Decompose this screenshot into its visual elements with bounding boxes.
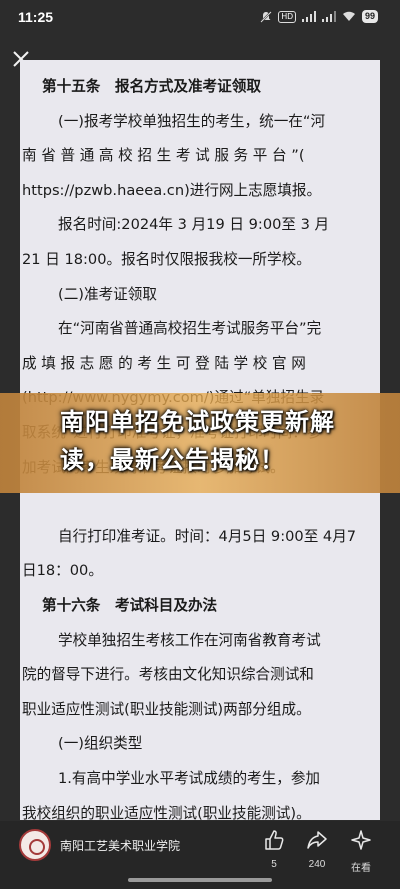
status-bar: 11:25 HD 99 (0, 0, 400, 34)
like-count: 5 (271, 859, 277, 870)
document-line: (一)组织类型 (58, 735, 143, 753)
hd-badge: HD (278, 10, 296, 23)
school-logo[interactable] (19, 829, 51, 861)
signal-icon-2 (321, 11, 336, 22)
status-icons: HD 99 (260, 10, 378, 23)
document-line: 报名时间:2024年 3 月19 日 9:00至 3 月 (58, 216, 330, 234)
share-icon (307, 831, 327, 849)
share-count: 240 (308, 859, 326, 870)
document-line: 21 日 18:00。报名时仅限报我校一所学校。 (22, 251, 311, 268)
section-heading: 第十六条 考试科目及办法 (42, 597, 218, 614)
status-time: 11:25 (18, 9, 54, 25)
document-line: (二)准考证领取 (58, 285, 157, 303)
document-line: 职业适应性测试(职业技能测试)两部分组成。 (22, 700, 311, 718)
thumbs-up-icon (265, 830, 284, 850)
headline-banner: 南阳单招免试政策更新解读，最新公告揭秘！ (0, 393, 400, 493)
sparkle-icon (351, 830, 371, 850)
document-line: 在“河南省普通高校招生考试服务平台”完 (58, 320, 322, 338)
mute-icon (260, 10, 273, 23)
section-heading: 第十五条 报名方式及准考证领取 (42, 78, 261, 95)
document-line: 成 填 报 志 愿 的 考 生 可 登 陆 学 校 官 网 (22, 354, 306, 372)
document-line: https://pzwb.haeea.cn)进行网上志愿填报。 (22, 181, 322, 199)
like-button[interactable]: 5 (254, 829, 294, 870)
document-line: 自行打印准考证。时间：4月5日 9:00至 4月7 (58, 527, 357, 545)
document-line: 南 省 普 通 高 校 招 生 考 试 服 务 平 台 ”( (22, 147, 305, 165)
battery-indicator: 99 (361, 10, 378, 23)
watch-label: 在看 (351, 863, 371, 874)
share-button[interactable]: 240 (297, 829, 337, 870)
document-line: 1.有高中学业水平考试成绩的考生，参加 (58, 770, 321, 787)
headline-title: 南阳单招免试政策更新解读，最新公告揭秘！ (60, 408, 335, 474)
document-line: 院的督导下进行。考核由文化知识综合测试和 (22, 666, 314, 684)
wifi-icon (342, 11, 355, 21)
watch-button[interactable]: 在看 (341, 829, 381, 874)
document-line: 我校组织的职业适应性测试(职业技能测试)。 (22, 804, 311, 820)
signal-icon (301, 11, 316, 22)
document-line: 学校单独招生考核工作在河南省教育考试 (58, 631, 321, 649)
account-name[interactable]: 南阳工艺美术职业学院 (60, 837, 180, 854)
document-line: (一)报考学校单独招生的考生，统一在“河 (58, 112, 326, 130)
home-indicator[interactable] (128, 878, 272, 882)
document-line: 日18：00。 (22, 562, 103, 580)
